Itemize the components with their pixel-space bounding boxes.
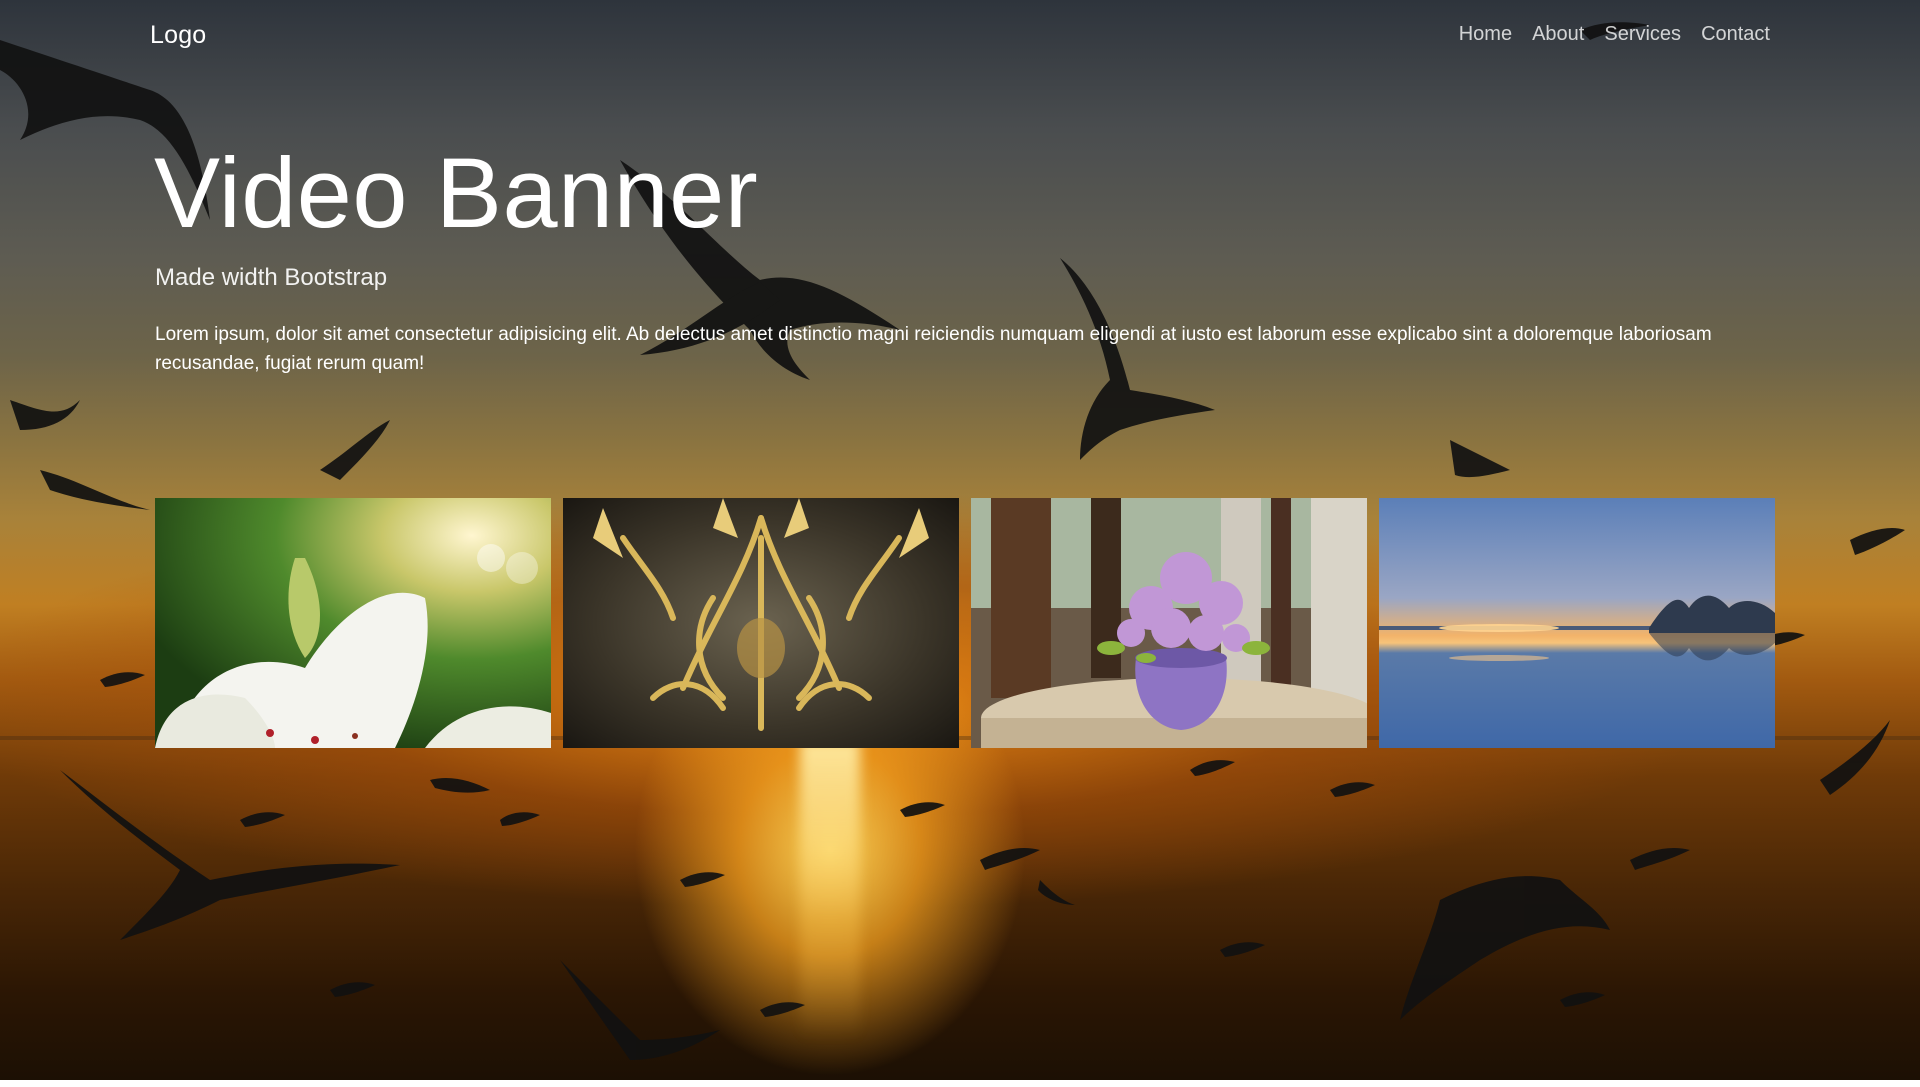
hero-subtitle: Made width Bootstrap <box>155 264 388 291</box>
nav-link-services[interactable]: Services <box>1604 23 1681 46</box>
nav-link-about[interactable]: About <box>1532 23 1584 46</box>
image-gallery <box>155 498 1775 748</box>
navbar: Logo Home About Services Contact <box>150 18 1770 54</box>
gallery-image-lily[interactable] <box>155 498 551 748</box>
gallery-image-lilac-vase[interactable] <box>971 498 1367 748</box>
gallery-image-lake-sunset[interactable] <box>1379 498 1775 748</box>
nav-links: Home About Services Contact <box>1459 23 1770 46</box>
nav-link-home[interactable]: Home <box>1459 23 1512 46</box>
hero-title: Video Banner <box>154 137 759 248</box>
hero-description: Lorem ipsum, dolor sit amet consectetur … <box>155 324 1712 374</box>
gallery-image-gold-armor[interactable] <box>563 498 959 748</box>
nav-link-contact[interactable]: Contact <box>1701 23 1770 46</box>
logo-link[interactable]: Logo <box>150 21 206 50</box>
